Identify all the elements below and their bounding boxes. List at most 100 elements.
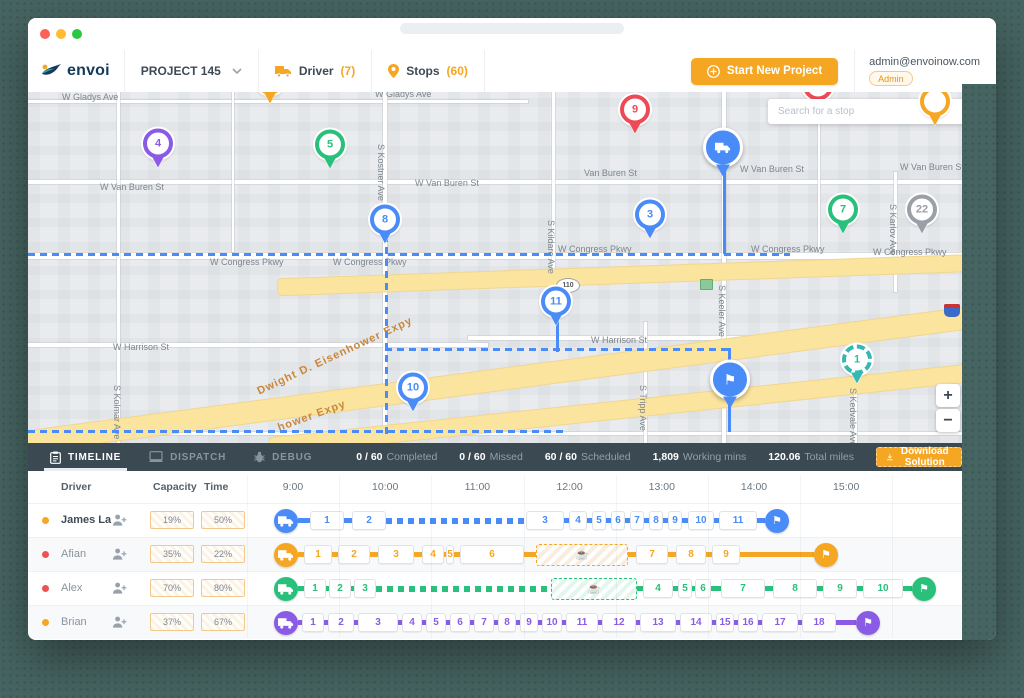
- map-pin-7[interactable]: 7: [828, 195, 858, 234]
- map-pin-1[interactable]: 1: [842, 345, 872, 384]
- account-menu[interactable]: admin@envoinow.com Admin: [855, 56, 996, 86]
- download-solution-button[interactable]: Download Solution: [876, 447, 962, 467]
- gantt-stop-7[interactable]: 7: [474, 613, 494, 632]
- gantt-end-flag[interactable]: ⚑: [912, 577, 936, 601]
- gantt-stop-4[interactable]: 4: [569, 511, 587, 530]
- gantt-stop-9[interactable]: 9: [712, 545, 740, 564]
- gantt-stop-3[interactable]: 3: [526, 511, 564, 530]
- project-switcher[interactable]: PROJECT 145: [125, 50, 258, 92]
- map-pin-9[interactable]: 9: [620, 95, 650, 134]
- gantt-stop-2[interactable]: 2: [329, 579, 351, 598]
- gantt-stop-3[interactable]: 3: [354, 579, 376, 598]
- driver-row-afian[interactable]: Afian35%22%123456☕789⚑: [28, 537, 962, 571]
- gantt-stop-8[interactable]: 8: [773, 579, 817, 598]
- driver-row-brian[interactable]: Brian37%67%123456789101112131415161718⚑: [28, 605, 962, 639]
- gantt-stop-13[interactable]: 13: [640, 613, 676, 632]
- gantt-stop-12[interactable]: 12: [602, 613, 636, 632]
- add-person-icon[interactable]: [112, 581, 127, 595]
- driver-row-alex[interactable]: Alex70%80%123☕45678910⚑: [28, 571, 962, 605]
- driver-row-james-la[interactable]: James La19%50%1234567891011⚑: [28, 503, 962, 537]
- gantt-stop-3[interactable]: 3: [378, 545, 414, 564]
- envoi-logo[interactable]: envoi: [28, 61, 124, 81]
- gantt-stop-5[interactable]: 5: [426, 613, 446, 632]
- close-button[interactable]: [40, 29, 50, 39]
- gantt-stop-1[interactable]: 1: [310, 511, 344, 530]
- gantt-stop-6[interactable]: 6: [460, 545, 524, 564]
- gantt-stop-4[interactable]: 4: [422, 545, 444, 564]
- add-person-icon[interactable]: [112, 547, 127, 561]
- gantt-stop-6[interactable]: 6: [450, 613, 470, 632]
- zoom-in-button[interactable]: +: [936, 384, 960, 407]
- tab-timeline[interactable]: TIMELINE: [50, 443, 121, 471]
- gantt-end-flag[interactable]: ⚑: [856, 611, 880, 635]
- stops-menu[interactable]: Stops (60): [372, 50, 484, 92]
- interstate-shield-icon: [944, 304, 960, 317]
- map-pin-3[interactable]: 3: [635, 200, 665, 239]
- gantt-stop-10[interactable]: 10: [688, 511, 714, 530]
- add-person-icon[interactable]: [112, 513, 127, 527]
- zoom-out-button[interactable]: −: [936, 409, 960, 432]
- gantt-break-block[interactable]: ☕: [551, 578, 637, 600]
- gantt-stop-8[interactable]: 8: [649, 511, 663, 530]
- gantt-start-truck[interactable]: [274, 509, 298, 533]
- tab-debug[interactable]: DEBUG: [254, 443, 312, 471]
- gantt-stop-7[interactable]: 7: [721, 579, 765, 598]
- gantt-stop-11[interactable]: 11: [566, 613, 598, 632]
- gantt-stop-8[interactable]: 8: [498, 613, 516, 632]
- gantt-end-flag[interactable]: ⚑: [814, 543, 838, 567]
- map-pin-partial[interactable]: [255, 92, 285, 104]
- map-pin-22[interactable]: 22: [907, 195, 937, 234]
- gantt-stop-8[interactable]: 8: [676, 545, 706, 564]
- gantt-end-flag[interactable]: ⚑: [765, 509, 789, 533]
- gantt-stop-15[interactable]: 15: [716, 613, 734, 632]
- gantt-stop-9[interactable]: 9: [823, 579, 857, 598]
- gantt-start-truck[interactable]: [274, 611, 298, 635]
- gantt-stop-3[interactable]: 3: [358, 613, 398, 632]
- map-canvas[interactable]: + − W Gladys AveW Gladys AveW Van Buren …: [28, 92, 962, 443]
- driver-menu[interactable]: Driver (7): [259, 50, 371, 92]
- gantt-stop-10[interactable]: 10: [863, 579, 903, 598]
- gantt-travel-line: [370, 552, 378, 557]
- gantt-stop-18[interactable]: 18: [802, 613, 836, 632]
- start-new-project-button[interactable]: Start New Project: [691, 58, 838, 85]
- gantt-stop-2[interactable]: 2: [338, 545, 370, 564]
- gantt-stop-6[interactable]: 6: [695, 579, 711, 598]
- gantt-stop-2[interactable]: 2: [352, 511, 386, 530]
- gantt-stop-14[interactable]: 14: [680, 613, 712, 632]
- gantt-stop-7[interactable]: 7: [630, 511, 644, 530]
- map-pin-partial[interactable]: [920, 92, 950, 126]
- vehicle-marker[interactable]: [703, 128, 743, 177]
- gantt-stop-6[interactable]: 6: [611, 511, 625, 530]
- map-pin-10[interactable]: 10: [398, 373, 428, 412]
- gantt-stop-17[interactable]: 17: [762, 613, 798, 632]
- gantt-stop-1[interactable]: 1: [304, 579, 326, 598]
- tab-dispatch[interactable]: DISPATCH: [149, 443, 226, 471]
- gantt-start-truck[interactable]: [274, 543, 298, 567]
- gantt-stop-1[interactable]: 1: [302, 613, 324, 632]
- map-pin-8[interactable]: 8: [370, 205, 400, 244]
- gantt-stop-4[interactable]: 4: [402, 613, 422, 632]
- fullscreen-button[interactable]: [72, 29, 82, 39]
- address-bar[interactable]: [400, 23, 624, 34]
- gantt-stop-5[interactable]: 5: [678, 579, 692, 598]
- gantt-stop-9[interactable]: 9: [668, 511, 682, 530]
- gantt-stop-10[interactable]: 10: [542, 613, 562, 632]
- gantt-stop-7[interactable]: 7: [636, 545, 668, 564]
- map-pin-5[interactable]: 5: [315, 130, 345, 169]
- gantt-stop-4[interactable]: 4: [643, 579, 673, 598]
- capacity-pill: 70%: [150, 579, 194, 597]
- gantt-stop-11[interactable]: 11: [719, 511, 757, 530]
- map-pin-11[interactable]: 11: [541, 287, 571, 326]
- gantt-stop-9[interactable]: 9: [520, 613, 538, 632]
- route-end-flag-marker[interactable]: ⚑: [710, 360, 750, 409]
- gantt-start-truck[interactable]: [274, 577, 298, 601]
- gantt-stop-16[interactable]: 16: [738, 613, 758, 632]
- gantt-stop-2[interactable]: 2: [328, 613, 354, 632]
- add-person-icon[interactable]: [112, 615, 127, 629]
- gantt-break-block[interactable]: ☕: [536, 544, 628, 566]
- gantt-stop-5[interactable]: 5: [446, 545, 454, 564]
- gantt-stop-1[interactable]: 1: [304, 545, 332, 564]
- gantt-stop-5[interactable]: 5: [592, 511, 606, 530]
- minimize-button[interactable]: [56, 29, 66, 39]
- map-pin-4[interactable]: 4: [143, 129, 173, 168]
